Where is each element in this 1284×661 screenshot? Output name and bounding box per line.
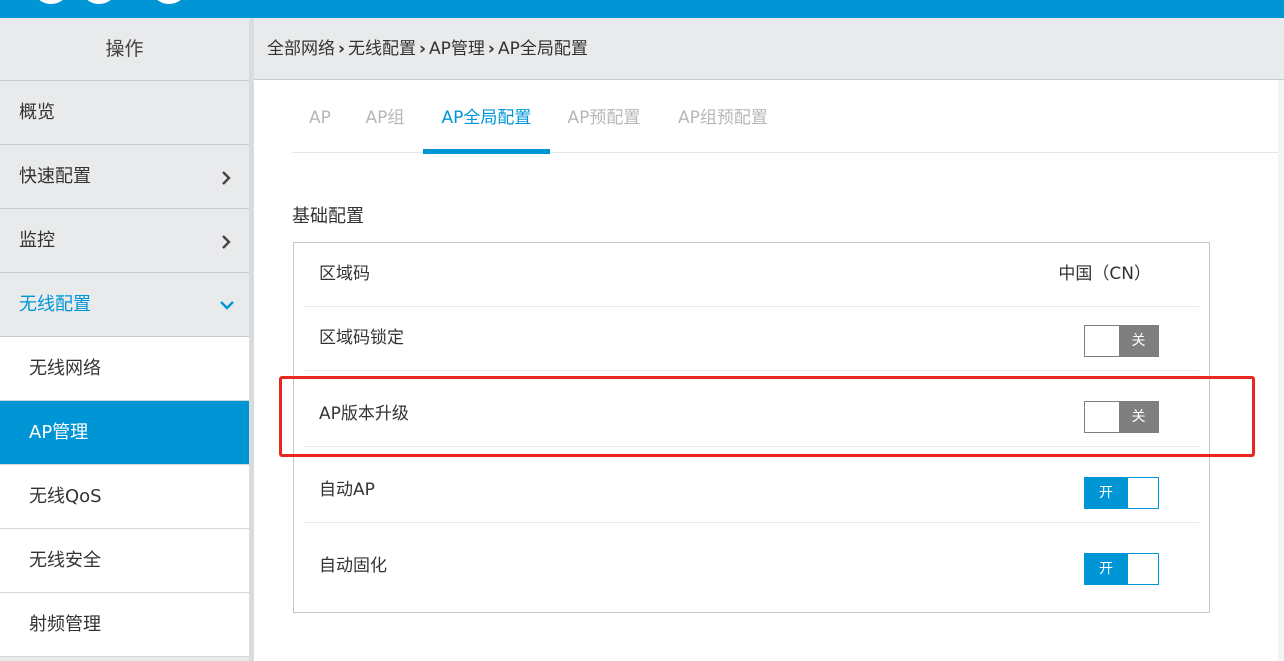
sidebar-subitem-label: 无线网络 [29,358,101,379]
tab-ap-global-config[interactable]: AP全局配置 [423,82,550,154]
chevron-right-icon [221,145,235,209]
setting-label: AP版本升级 [319,404,409,424]
toggle-state-label: 开 [1099,485,1113,501]
toggle-knob [1085,326,1119,356]
chevron-right-icon: › [487,39,495,59]
sidebar-item-label: 快速配置 [19,166,91,187]
auto-ap-toggle[interactable]: 开 [1084,477,1159,509]
logo-fragment-icon [80,0,118,4]
sidebar-subitem-wireless-qos[interactable]: 无线QoS [0,465,249,529]
region-code-lock-toggle[interactable]: 关 [1084,325,1159,357]
logo-fragment-icon [32,0,70,4]
sidebar-item-wireless-config[interactable]: 无线配置 [0,273,249,337]
toggle-state-label: 开 [1099,561,1113,577]
sidebar-subitem-label: 无线QoS [29,486,102,507]
setting-label: 区域码 [319,264,370,284]
breadcrumb-item[interactable]: 无线配置 [348,39,416,59]
sidebar-divider[interactable] [249,18,254,661]
toggle-state-label: 关 [1131,409,1146,425]
sidebar-header: 操作 [0,18,249,81]
toggle-knob [1085,402,1119,432]
sidebar-item-overview[interactable]: 概览 [0,81,249,145]
logo-fragment-icon [150,0,188,4]
sidebar-item-label: 监控 [19,230,55,251]
chevron-right-icon [221,209,235,273]
tab-ap[interactable]: AP [304,82,336,152]
setting-label: 自动固化 [319,556,387,576]
tab-ap-preconfig[interactable]: AP预配置 [564,82,644,152]
sidebar-item-monitor[interactable]: 监控 [0,209,249,273]
scrollbar-track[interactable] [1278,80,1284,661]
sidebar-subitem-label: AP管理 [29,422,89,443]
sidebar-subitem-label: 无线安全 [29,550,101,571]
auto-solidify-toggle[interactable]: 开 [1084,553,1159,585]
region-code-value: 中国（CN） [1058,264,1151,284]
toggle-state-label: 关 [1131,333,1146,349]
section-title: 基础配置 [292,206,364,227]
breadcrumb-item[interactable]: 全部网络 [267,39,335,59]
setting-row-auto-ap: 自动AP 开 [304,459,1199,523]
toggle-knob [1128,554,1158,584]
top-banner [0,0,1284,18]
sidebar-subitem-label: 射频管理 [29,614,101,635]
sidebar-subitem-wireless-network[interactable]: 无线网络 [0,337,249,401]
chevron-right-icon: › [338,39,346,59]
setting-label: 区域码锁定 [319,328,404,348]
chevron-down-icon [220,273,235,337]
tab-bar: AP AP组 AP全局配置 AP预配置 AP组预配置 [292,82,1284,154]
setting-row-region-code: 区域码 中国（CN） [304,243,1199,307]
setting-row-region-code-lock: 区域码锁定 关 [304,307,1199,371]
setting-row-auto-solidify: 自动固化 开 [304,535,1199,599]
sidebar-subitem-radio-management[interactable]: 射频管理 [0,593,249,657]
tab-ap-group[interactable]: AP组 [364,82,406,152]
breadcrumb-item[interactable]: AP管理 [429,39,485,59]
basic-config-panel: 区域码 中国（CN） 区域码锁定 关 AP版本升级 关 自动AP 开 自动固化 … [293,242,1210,613]
breadcrumb-bar: 全部网络 › 无线配置 › AP管理 › AP全局配置 [254,18,1284,80]
sidebar-subitem-wireless-security[interactable]: 无线安全 [0,529,249,593]
setting-label: 自动AP [319,480,375,500]
tab-ap-group-preconfig[interactable]: AP组预配置 [674,82,772,152]
sidebar-item-quick-config[interactable]: 快速配置 [0,145,249,209]
sidebar-item-label: 概览 [19,102,55,123]
setting-row-ap-version-upgrade: AP版本升级 关 [304,383,1199,447]
toggle-knob [1128,478,1158,508]
chevron-right-icon: › [419,39,427,59]
sidebar: 操作 概览 快速配置 监控 无线配置 无线网络 AP管理 无线QoS 无线安全 … [0,18,249,661]
ap-version-upgrade-toggle[interactable]: 关 [1084,401,1159,433]
breadcrumb-item-current: AP全局配置 [497,39,588,59]
sidebar-item-label: 无线配置 [19,294,91,315]
sidebar-subitem-ap-management[interactable]: AP管理 [0,401,249,465]
breadcrumb: 全部网络 › 无线配置 › AP管理 › AP全局配置 [267,18,588,80]
